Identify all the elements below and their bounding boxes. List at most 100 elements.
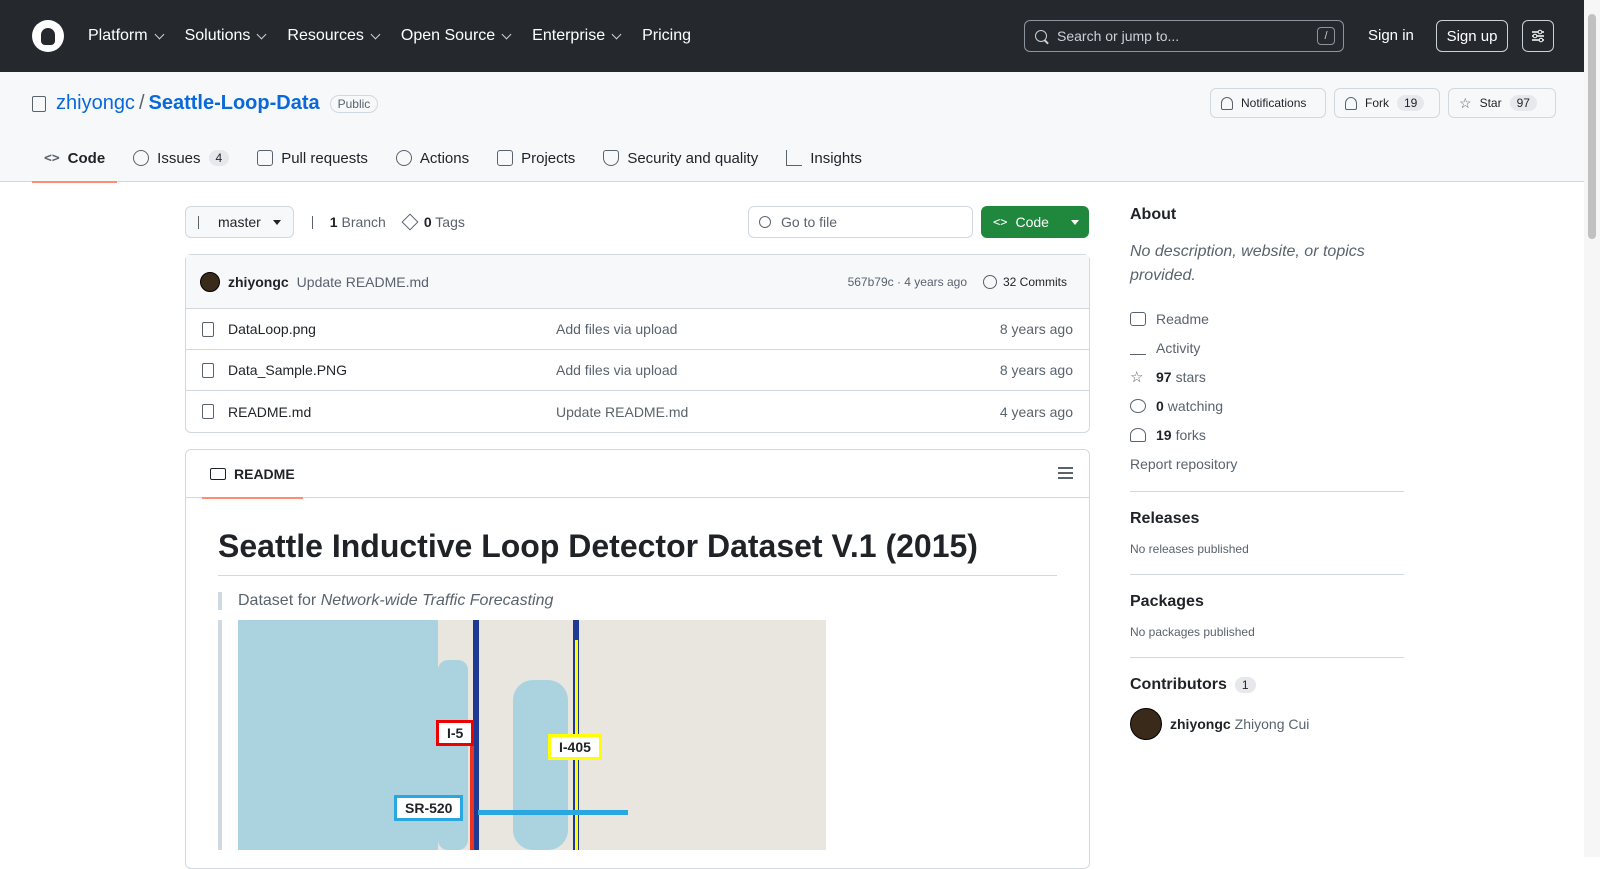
watching-label: watching bbox=[1167, 398, 1224, 414]
eye-icon bbox=[1130, 399, 1146, 413]
contributor-item[interactable]: zhiyongc Zhiyong Cui bbox=[1130, 708, 1404, 740]
settings-sliders-icon[interactable] bbox=[1522, 20, 1554, 52]
table-row[interactable]: README.md Update README.md 4 years ago bbox=[186, 391, 1089, 432]
loop-detector-map-image[interactable]: I-5 I-405 SR-520 bbox=[238, 620, 826, 850]
readme-tab[interactable]: README bbox=[202, 450, 303, 499]
tag-label: Tags bbox=[435, 214, 465, 230]
sign-in-link[interactable]: Sign in bbox=[1368, 27, 1414, 44]
watching-link[interactable]: 0 watching bbox=[1130, 397, 1404, 415]
branch-name: master bbox=[218, 214, 261, 230]
bell-icon bbox=[1221, 96, 1233, 110]
slash-shortcut: / bbox=[1317, 27, 1335, 45]
releases-text: No releases published bbox=[1130, 542, 1249, 556]
tab-code[interactable]: <> Code bbox=[32, 134, 118, 183]
tab-label: Code bbox=[67, 149, 106, 167]
releases-heading[interactable]: Releases bbox=[1130, 510, 1404, 528]
packages-text: No packages published bbox=[1130, 625, 1255, 639]
star-button[interactable]: ☆ Star 97 bbox=[1448, 88, 1556, 118]
map-road-sr520 bbox=[478, 810, 628, 815]
scrollbar-thumb[interactable] bbox=[1588, 14, 1596, 239]
sign-up-button[interactable]: Sign up bbox=[1436, 20, 1508, 52]
tab-label: Projects bbox=[521, 149, 576, 167]
readme-header: README bbox=[186, 450, 1089, 499]
file-name[interactable]: README.md bbox=[228, 404, 311, 420]
readme-link[interactable]: Readme bbox=[1130, 310, 1404, 328]
search-input[interactable]: Search or jump to... / bbox=[1024, 20, 1344, 52]
nav-platform[interactable]: Platform bbox=[88, 27, 165, 45]
nav-solutions[interactable]: Solutions bbox=[185, 27, 267, 45]
branch-icon bbox=[311, 216, 322, 229]
forks-label: forks bbox=[1175, 427, 1206, 443]
branches-link[interactable]: 1 Branch bbox=[311, 214, 386, 230]
chevron-down-icon bbox=[501, 29, 512, 39]
packages-heading[interactable]: Packages bbox=[1130, 593, 1404, 611]
caret-down-icon bbox=[1070, 219, 1079, 225]
github-logo-icon[interactable] bbox=[32, 20, 64, 52]
tab-label: Issues bbox=[157, 149, 201, 167]
fork-button[interactable]: Fork 19 bbox=[1334, 88, 1440, 118]
commit-author[interactable]: zhiyongc bbox=[228, 274, 289, 290]
tab-insights[interactable]: Insights bbox=[774, 134, 874, 182]
repo-owner-link[interactable]: zhiyongc bbox=[56, 92, 135, 115]
tab-label: Security and quality bbox=[627, 149, 759, 167]
search-placeholder: Search or jump to... bbox=[1057, 28, 1180, 44]
commits-link[interactable]: 32 Commits bbox=[982, 274, 1067, 289]
avatar[interactable] bbox=[1130, 708, 1162, 740]
commit-hash-age[interactable]: 567b79c · 4 years ago bbox=[848, 275, 967, 289]
contributor-username[interactable]: zhiyongc bbox=[1170, 716, 1231, 732]
tab-issues[interactable]: Issues 4 bbox=[121, 134, 241, 182]
stars-link[interactable]: ☆ 97 stars bbox=[1130, 368, 1404, 386]
file-commit-message[interactable]: Add files via upload bbox=[556, 362, 677, 378]
chevron-down-icon bbox=[256, 29, 267, 39]
table-row[interactable]: Data_Sample.PNG Add files via upload 8 y… bbox=[186, 350, 1089, 391]
report-repository-link[interactable]: Report repository bbox=[1130, 455, 1404, 473]
tab-projects[interactable]: Projects bbox=[485, 134, 587, 182]
readme-image-wrap: I-5 I-405 SR-520 bbox=[218, 620, 1057, 850]
page-scrollbar[interactable] bbox=[1584, 0, 1600, 857]
code-label: Code bbox=[1015, 214, 1049, 230]
file-name[interactable]: DataLoop.png bbox=[228, 321, 316, 337]
repo-title: zhiyongc / Seattle-Loop-Data Public bbox=[32, 92, 379, 115]
star-icon: ☆ bbox=[1130, 369, 1144, 386]
tab-security[interactable]: Security and quality bbox=[591, 134, 770, 182]
contributors-count: 1 bbox=[1234, 677, 1256, 693]
search-icon bbox=[1035, 30, 1047, 42]
file-commit-message[interactable]: Add files via upload bbox=[556, 321, 677, 337]
main-content: master 1 Branch 0 Tags Go to file <> Cod… bbox=[185, 206, 1090, 869]
map-label-i5: I-5 bbox=[436, 720, 475, 746]
commit-message[interactable]: Update README.md bbox=[297, 274, 429, 290]
divider bbox=[1130, 574, 1404, 575]
nav-open-source[interactable]: Open Source bbox=[401, 27, 512, 45]
tab-pull-requests[interactable]: Pull requests bbox=[245, 134, 380, 182]
branch-icon bbox=[198, 215, 208, 229]
tab-actions[interactable]: Actions bbox=[384, 134, 481, 182]
tab-label: Pull requests bbox=[281, 149, 368, 167]
path-separator: / bbox=[138, 92, 145, 114]
notifications-button[interactable]: Notifications bbox=[1210, 88, 1326, 118]
tags-link[interactable]: 0 Tags bbox=[401, 213, 465, 231]
contributors-heading[interactable]: Contributors 1 bbox=[1130, 676, 1404, 694]
branch-selector[interactable]: master bbox=[185, 206, 294, 238]
activity-link[interactable]: Activity bbox=[1130, 339, 1404, 357]
repo-name-link[interactable]: Seattle-Loop-Data bbox=[149, 92, 320, 115]
nav-pricing[interactable]: Pricing bbox=[642, 27, 691, 45]
stars-label: stars bbox=[1175, 369, 1206, 385]
go-to-file-input[interactable]: Go to file bbox=[748, 206, 973, 238]
forks-link[interactable]: 19 forks bbox=[1130, 426, 1404, 444]
code-dropdown-button[interactable]: <> Code bbox=[981, 206, 1089, 238]
commits-count: 32 Commits bbox=[1002, 274, 1067, 289]
table-row[interactable]: DataLoop.png Add files via upload 8 year… bbox=[186, 309, 1089, 350]
contributor-fullname: Zhiyong Cui bbox=[1234, 716, 1310, 732]
nav-resources[interactable]: Resources bbox=[287, 27, 381, 45]
file-icon bbox=[202, 321, 214, 337]
tag-count: 0 bbox=[423, 214, 432, 230]
watching-count: 0 bbox=[1156, 398, 1164, 414]
outline-list-icon[interactable] bbox=[1058, 467, 1073, 479]
nav-enterprise[interactable]: Enterprise bbox=[532, 27, 622, 45]
avatar[interactable] bbox=[200, 271, 220, 292]
forks-count: 19 bbox=[1156, 427, 1172, 443]
file-commit-message[interactable]: Update README.md bbox=[556, 404, 688, 420]
file-name[interactable]: Data_Sample.PNG bbox=[228, 362, 347, 378]
graph-icon bbox=[786, 150, 803, 166]
map-label-i405: I-405 bbox=[548, 734, 602, 760]
